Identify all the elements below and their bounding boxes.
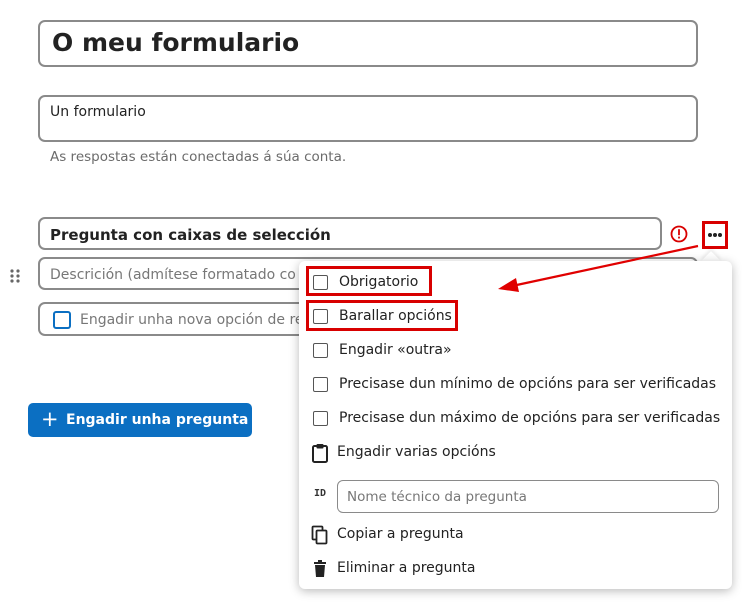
form-description-field[interactable]: Un formulario: [38, 95, 698, 142]
form-description: Un formulario: [50, 104, 146, 120]
clipboard-icon: [311, 443, 329, 463]
menu-item-label: Engadir «outra»: [339, 342, 452, 358]
menu-item-min-options[interactable]: Precisase dun mínimo de opcións para ser…: [299, 370, 732, 400]
add-question-button[interactable]: + Engadir unha pregunta: [28, 403, 252, 437]
ellipsis-icon: [708, 233, 722, 237]
menu-item-max-options[interactable]: Precisase dun máximo de opcións para ser…: [299, 404, 732, 434]
menu-item-label: Precisase dun mínimo de opcións para ser…: [339, 376, 717, 392]
trash-icon: [311, 559, 329, 579]
annotation-arrow: [498, 244, 699, 292]
connection-note: As respostas están conectadas á súa cont…: [50, 149, 347, 165]
max-options-checkbox[interactable]: [313, 411, 328, 426]
menu-item-copy-question[interactable]: Copiar a pregunta: [299, 520, 732, 550]
menu-item-label: Precisase dun máximo de opcións para ser…: [339, 410, 721, 426]
min-options-checkbox[interactable]: [313, 377, 328, 392]
menu-item-label: Copiar a pregunta: [337, 526, 464, 542]
menu-item-label: Engadir varias opcións: [337, 444, 496, 460]
menu-item-label: Eliminar a pregunta: [337, 560, 476, 576]
question-actions-menu: Obrigatorio Barallar opcións Engadir «ou…: [299, 261, 732, 589]
id-label: ID: [314, 488, 327, 499]
option-checkbox: [53, 311, 71, 329]
form-title: O meu formulario: [52, 28, 300, 57]
menu-item-add-other[interactable]: Engadir «outra»: [299, 336, 732, 366]
copy-icon: [311, 525, 329, 545]
question-description-placeholder: Descrición (admítese formatado co: [50, 267, 296, 283]
add-other-checkbox[interactable]: [313, 343, 328, 358]
highlight-box: [306, 300, 458, 331]
form-title-field[interactable]: O meu formulario: [38, 20, 698, 67]
question-title: Pregunta con caixas de selección: [50, 226, 331, 244]
highlight-box: [306, 266, 432, 296]
plus-icon: +: [41, 407, 59, 431]
drag-handle-icon[interactable]: [9, 268, 21, 284]
technical-name-input[interactable]: [337, 480, 719, 513]
add-question-label: Engadir unha pregunta: [66, 412, 249, 428]
new-option-placeholder: Engadir unha nova opción de re: [80, 312, 304, 328]
menu-item-delete-question[interactable]: Eliminar a pregunta: [299, 554, 732, 584]
menu-item-add-multiple-options[interactable]: Engadir varias opcións: [299, 438, 732, 468]
